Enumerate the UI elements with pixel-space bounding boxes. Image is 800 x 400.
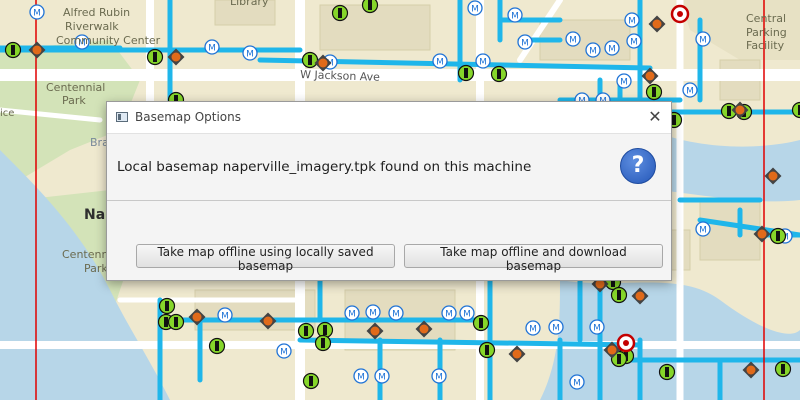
- close-icon[interactable]: ✕: [645, 107, 665, 127]
- download-basemap-button[interactable]: Take map offline and download basemap: [404, 244, 663, 273]
- label-alfred-2: Riverwalk: [65, 20, 119, 33]
- label-library: Library: [230, 0, 269, 8]
- label-central-parking-3: Facility: [746, 39, 785, 52]
- label-centennial-park-2: Park: [62, 94, 86, 107]
- label-alfred-1: Alfred Rubin: [63, 6, 130, 19]
- label-ice: ice: [0, 108, 14, 119]
- label-centenn-lower: Centenn: [62, 248, 108, 261]
- label-park-lower: Park: [84, 262, 108, 275]
- use-local-basemap-button[interactable]: Take map offline using locally saved bas…: [136, 244, 395, 273]
- label-central-parking-1: Central: [746, 12, 786, 25]
- window-icon: [116, 112, 128, 122]
- dialog-title: Basemap Options: [135, 110, 241, 124]
- basemap-options-dialog: Basemap Options ✕ Local basemap napervil…: [106, 101, 672, 281]
- label-alfred-3: Community Center: [56, 34, 161, 47]
- label-central-parking-2: Parking: [746, 26, 787, 39]
- dialog-titlebar[interactable]: Basemap Options ✕: [107, 102, 671, 134]
- dialog-message: Local basemap naperville_imagery.tpk fou…: [117, 159, 532, 175]
- dialog-content: Local basemap naperville_imagery.tpk fou…: [107, 134, 671, 201]
- label-na: Na: [84, 207, 105, 223]
- question-icon: ?: [620, 148, 656, 184]
- label-centennial-park-1: Centennial: [46, 81, 105, 94]
